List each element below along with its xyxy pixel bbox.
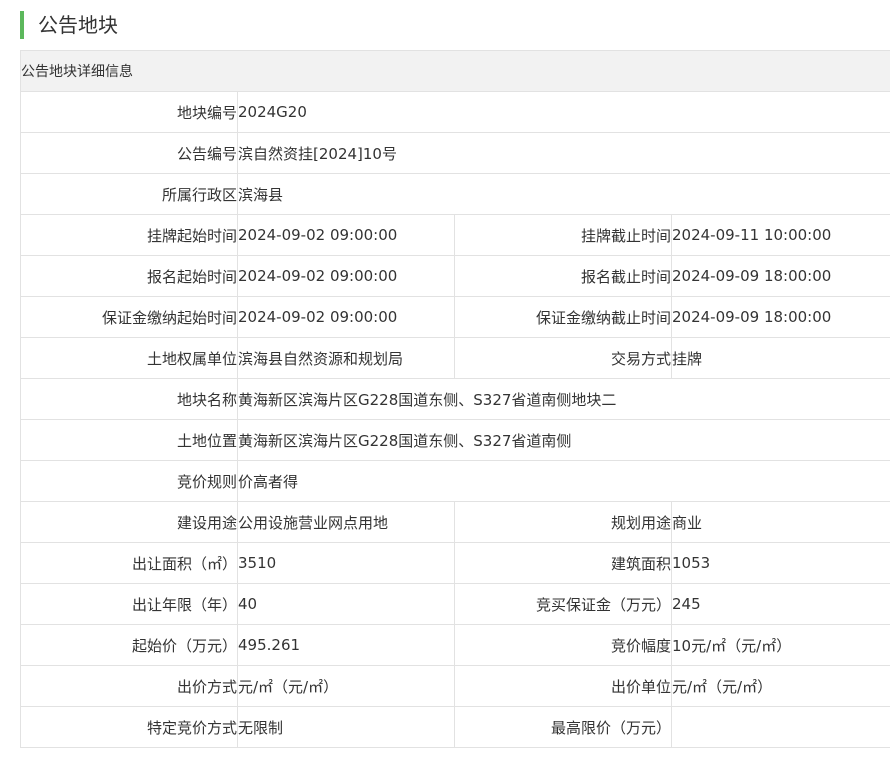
field-value: 挂牌 xyxy=(671,337,890,379)
header-accent-bar xyxy=(20,11,24,39)
field-label: 起始价（万元） xyxy=(20,624,238,666)
table-caption: 公告地块详细信息 xyxy=(20,50,890,92)
field-label: 所属行政区 xyxy=(20,173,238,215)
field-label: 竞价幅度 xyxy=(454,624,672,666)
table-row: 土地权属单位 滨海县自然资源和规划局 交易方式 挂牌 xyxy=(20,337,890,379)
field-value: 元/㎡（元/㎡） xyxy=(671,665,890,707)
field-value: 2024-09-11 10:00:00 xyxy=(671,214,890,256)
field-value xyxy=(671,706,890,748)
table-row: 保证金缴纳起始时间 2024-09-02 09:00:00 保证金缴纳截止时间 … xyxy=(20,296,890,338)
field-value: 1053 xyxy=(671,542,890,584)
field-label: 报名起始时间 xyxy=(20,255,238,297)
field-label: 挂牌起始时间 xyxy=(20,214,238,256)
field-label: 地块编号 xyxy=(20,91,238,133)
table-row: 出价方式 元/㎡（元/㎡） 出价单位 元/㎡（元/㎡） xyxy=(20,665,890,707)
table-row: 出让年限（年） 40 竞买保证金（万元） 245 xyxy=(20,583,890,625)
field-label: 报名截止时间 xyxy=(454,255,672,297)
field-value: 滨自然资挂[2024]10号 xyxy=(237,132,890,174)
field-label: 地块名称 xyxy=(20,378,238,420)
field-value: 元/㎡（元/㎡） xyxy=(237,665,455,707)
field-value: 黄海新区滨海片区G228国道东侧、S327省道南侧 xyxy=(237,419,890,461)
field-value: 滨海县 xyxy=(237,173,890,215)
field-value: 黄海新区滨海片区G228国道东侧、S327省道南侧地块二 xyxy=(237,378,890,420)
field-label: 特定竞价方式 xyxy=(20,706,238,748)
field-value: 滨海县自然资源和规划局 xyxy=(237,337,455,379)
field-label: 最高限价（万元） xyxy=(454,706,672,748)
field-label: 出让年限（年） xyxy=(20,583,238,625)
table-row: 公告编号 滨自然资挂[2024]10号 xyxy=(20,132,890,174)
field-value: 2024-09-02 09:00:00 xyxy=(237,296,455,338)
field-value: 价高者得 xyxy=(237,460,890,502)
table-row: 建设用途 公用设施营业网点用地 规划用途 商业 xyxy=(20,501,890,543)
field-label: 公告编号 xyxy=(20,132,238,174)
field-label: 挂牌截止时间 xyxy=(454,214,672,256)
field-value: 40 xyxy=(237,583,455,625)
field-value: 商业 xyxy=(671,501,890,543)
table-row: 地块编号 2024G20 xyxy=(20,91,890,133)
field-label: 竞价规则 xyxy=(20,460,238,502)
field-value: 无限制 xyxy=(237,706,455,748)
page-title: 公告地块 xyxy=(38,13,118,37)
table-caption-row: 公告地块详细信息 xyxy=(20,50,890,92)
table-row: 报名起始时间 2024-09-02 09:00:00 报名截止时间 2024-0… xyxy=(20,255,890,297)
field-label: 出价单位 xyxy=(454,665,672,707)
field-value: 2024-09-02 09:00:00 xyxy=(237,214,455,256)
land-detail-table: 公告地块详细信息 地块编号 2024G20 公告编号 滨自然资挂[2024]10… xyxy=(20,50,890,748)
field-value: 2024-09-09 18:00:00 xyxy=(671,296,890,338)
page-header: 公告地块 xyxy=(0,0,890,50)
field-label: 出价方式 xyxy=(20,665,238,707)
field-value: 3510 xyxy=(237,542,455,584)
table-row: 出让面积（㎡） 3510 建筑面积 1053 xyxy=(20,542,890,584)
field-label: 土地位置 xyxy=(20,419,238,461)
field-label: 建筑面积 xyxy=(454,542,672,584)
field-value: 2024G20 xyxy=(237,91,890,133)
table-row: 土地位置 黄海新区滨海片区G228国道东侧、S327省道南侧 xyxy=(20,419,890,461)
field-label: 保证金缴纳起始时间 xyxy=(20,296,238,338)
field-value: 公用设施营业网点用地 xyxy=(237,501,455,543)
field-value: 2024-09-02 09:00:00 xyxy=(237,255,455,297)
table-row: 特定竞价方式 无限制 最高限价（万元） xyxy=(20,706,890,748)
field-value: 495.261 xyxy=(237,624,455,666)
field-label: 交易方式 xyxy=(454,337,672,379)
field-value: 10元/㎡（元/㎡） xyxy=(671,624,890,666)
field-label: 出让面积（㎡） xyxy=(20,542,238,584)
table-row: 竞价规则 价高者得 xyxy=(20,460,890,502)
field-label: 规划用途 xyxy=(454,501,672,543)
table-row: 挂牌起始时间 2024-09-02 09:00:00 挂牌截止时间 2024-0… xyxy=(20,214,890,256)
field-label: 土地权属单位 xyxy=(20,337,238,379)
field-label: 竞买保证金（万元） xyxy=(454,583,672,625)
table-row: 所属行政区 滨海县 xyxy=(20,173,890,215)
field-label: 保证金缴纳截止时间 xyxy=(454,296,672,338)
table-row: 起始价（万元） 495.261 竞价幅度 10元/㎡（元/㎡） xyxy=(20,624,890,666)
table-row: 地块名称 黄海新区滨海片区G228国道东侧、S327省道南侧地块二 xyxy=(20,378,890,420)
field-label: 建设用途 xyxy=(20,501,238,543)
field-value: 2024-09-09 18:00:00 xyxy=(671,255,890,297)
field-value: 245 xyxy=(671,583,890,625)
